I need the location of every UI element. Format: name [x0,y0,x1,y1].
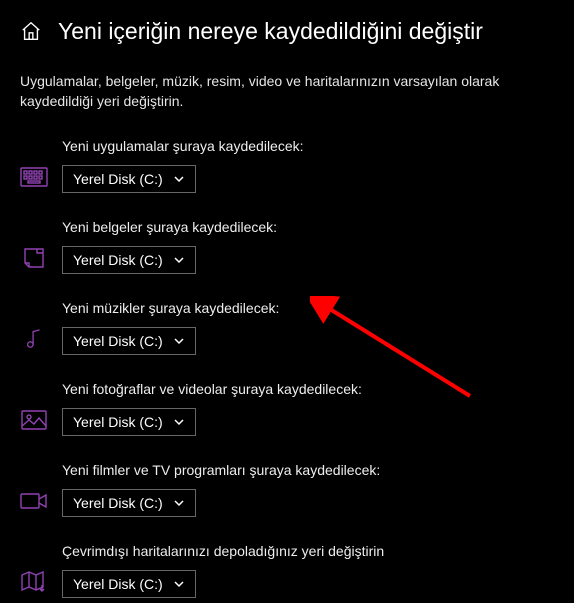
music-icon [20,327,48,351]
documents-label: Yeni belgeler şuraya kaydedilecek: [62,219,554,235]
music-label: Yeni müzikler şuraya kaydedilecek: [62,300,554,316]
photos-drive-select[interactable]: Yerel Disk (C:) [62,408,196,436]
maps-icon [20,570,48,594]
chevron-down-icon [173,497,185,509]
movies-icon [20,489,48,513]
chevron-down-icon [173,578,185,590]
chevron-down-icon [173,173,185,185]
maps-label: Çevrimdışı haritalarınızı depoladığınız … [62,543,554,559]
apps-icon [20,165,48,189]
photos-icon [20,408,48,432]
documents-icon [20,246,48,270]
maps-drive-value: Yerel Disk (C:) [73,576,163,592]
documents-drive-value: Yerel Disk (C:) [73,252,163,268]
chevron-down-icon [173,416,185,428]
page-title: Yeni içeriğin nereye kaydedildiğini deği… [58,18,483,45]
save-location-group-movies: Yeni filmler ve TV programları şuraya ka… [20,462,554,517]
page-header: Yeni içeriğin nereye kaydedildiğini deği… [20,18,554,45]
save-location-group-apps: Yeni uygulamalar şuraya kaydedilecek: Ye… [20,138,554,193]
apps-drive-value: Yerel Disk (C:) [73,171,163,187]
chevron-down-icon [173,335,185,347]
save-location-group-maps: Çevrimdışı haritalarınızı depoladığınız … [20,543,554,598]
music-drive-select[interactable]: Yerel Disk (C:) [62,327,196,355]
chevron-down-icon [173,254,185,266]
photos-label: Yeni fotoğraflar ve videolar şuraya kayd… [62,381,554,397]
documents-drive-select[interactable]: Yerel Disk (C:) [62,246,196,274]
home-icon[interactable] [20,20,44,44]
music-drive-value: Yerel Disk (C:) [73,333,163,349]
save-location-group-music: Yeni müzikler şuraya kaydedilecek: Yerel… [20,300,554,355]
movies-label: Yeni filmler ve TV programları şuraya ka… [62,462,554,478]
save-location-group-documents: Yeni belgeler şuraya kaydedilecek: Yerel… [20,219,554,274]
maps-drive-select[interactable]: Yerel Disk (C:) [62,570,196,598]
photos-drive-value: Yerel Disk (C:) [73,414,163,430]
save-location-group-photos: Yeni fotoğraflar ve videolar şuraya kayd… [20,381,554,436]
page-description: Uygulamalar, belgeler, müzik, resim, vid… [20,71,554,112]
movies-drive-value: Yerel Disk (C:) [73,495,163,511]
movies-drive-select[interactable]: Yerel Disk (C:) [62,489,196,517]
apps-drive-select[interactable]: Yerel Disk (C:) [62,165,196,193]
apps-label: Yeni uygulamalar şuraya kaydedilecek: [62,138,554,154]
